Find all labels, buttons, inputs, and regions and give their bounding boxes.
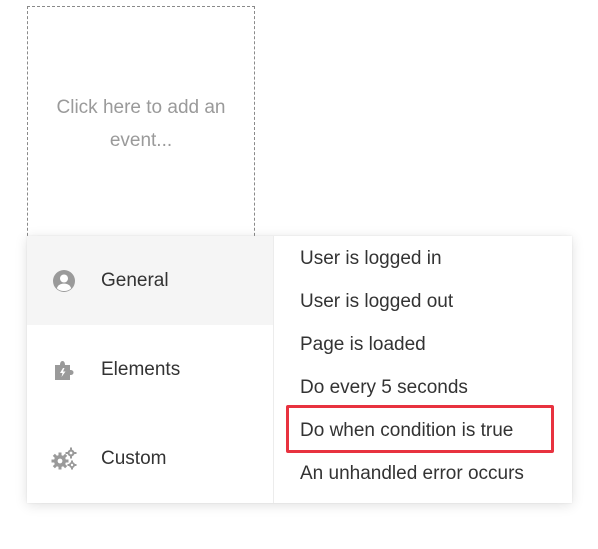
option-user-logged-out[interactable]: User is logged out xyxy=(274,280,572,323)
category-elements[interactable]: Elements xyxy=(27,325,273,414)
option-user-logged-in[interactable]: User is logged in xyxy=(274,237,572,280)
add-event-placeholder[interactable]: Click here to add an event... xyxy=(27,6,255,256)
event-option-list: User is logged in User is logged out Pag… xyxy=(274,236,572,503)
category-custom[interactable]: Custom xyxy=(27,414,273,503)
category-label: Elements xyxy=(101,358,181,380)
option-unhandled-error[interactable]: An unhandled error occurs xyxy=(274,452,572,495)
event-type-menu: General Elements Custom User is logged i… xyxy=(27,236,572,503)
option-do-when-condition-true[interactable]: Do when condition is true xyxy=(274,409,572,452)
category-label: General xyxy=(101,269,169,291)
option-do-every-5-seconds[interactable]: Do every 5 seconds xyxy=(274,366,572,409)
category-general[interactable]: General xyxy=(27,236,273,325)
add-event-label: Click here to add an event... xyxy=(56,97,226,151)
user-circle-icon xyxy=(51,268,77,294)
gears-icon xyxy=(51,446,77,472)
option-page-loaded[interactable]: Page is loaded xyxy=(274,323,572,366)
category-label: Custom xyxy=(101,447,167,469)
category-list: General Elements Custom xyxy=(27,236,274,503)
editor-stage: Click here to add an event... General El… xyxy=(0,0,598,549)
puzzle-piece-icon xyxy=(51,357,77,383)
